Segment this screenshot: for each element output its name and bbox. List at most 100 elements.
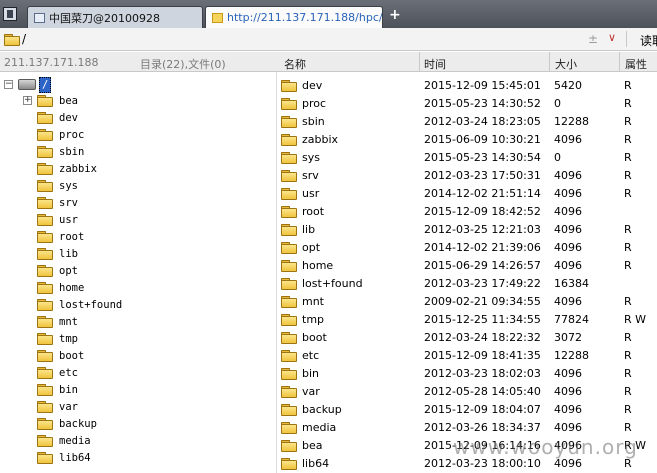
tree-item-label: home xyxy=(59,281,85,294)
file-row[interactable]: root 2015-12-09 18:42:52 4096 xyxy=(277,203,657,221)
folder-icon xyxy=(37,298,53,311)
file-time: 2012-03-23 17:49:22 xyxy=(424,277,541,290)
tree-item[interactable]: lost+found xyxy=(37,296,122,313)
file-name: var xyxy=(302,385,320,398)
column-header-time[interactable]: 时间 xyxy=(424,56,446,72)
file-time: 2014-12-02 21:51:14 xyxy=(424,187,541,200)
chevron-down-icon[interactable]: ∨ xyxy=(608,31,616,44)
tree-item[interactable]: boot xyxy=(37,347,84,364)
collapse-toggle[interactable]: − xyxy=(4,80,13,89)
read-button[interactable]: 读取 xyxy=(640,32,657,49)
tree-item-label: zabbix xyxy=(59,162,97,175)
column-header-size[interactable]: 大小 xyxy=(555,56,577,72)
folder-icon xyxy=(281,386,297,398)
tree-root-label: / xyxy=(39,76,52,93)
file-row[interactable]: usr 2014-12-02 21:51:14 4096 R xyxy=(277,185,657,203)
tree-item[interactable]: mnt xyxy=(37,313,78,330)
plus-minus-icon[interactable]: ± xyxy=(588,32,598,46)
tree-item-label: var xyxy=(59,400,78,413)
tree-item[interactable]: etc xyxy=(37,364,78,381)
file-time: 2015-12-25 11:34:55 xyxy=(424,313,541,326)
address-bar: / ± ∨ 读取 xyxy=(0,28,657,51)
folder-icon xyxy=(281,80,297,92)
file-row[interactable]: sys 2015-05-23 14:30:54 0 R xyxy=(277,149,657,167)
file-row[interactable]: tmp 2015-12-25 11:34:55 77824 R W xyxy=(277,311,657,329)
tree-item[interactable]: proc xyxy=(37,126,84,143)
app-icon[interactable] xyxy=(3,7,17,21)
tree-item[interactable]: media xyxy=(37,432,91,449)
file-time: 2012-05-28 14:05:40 xyxy=(424,385,541,398)
file-row[interactable]: lost+found 2012-03-23 17:49:22 16384 xyxy=(277,275,657,293)
tree-item[interactable]: bea xyxy=(37,92,78,109)
file-row[interactable]: home 2015-06-29 14:26:57 4096 R xyxy=(277,257,657,275)
file-row[interactable]: srv 2012-03-23 17:50:31 4096 R xyxy=(277,167,657,185)
file-row[interactable]: mnt 2009-02-21 09:34:55 4096 R xyxy=(277,293,657,311)
column-separator[interactable] xyxy=(619,52,620,71)
tree-item[interactable]: dev xyxy=(37,109,78,126)
file-row[interactable]: var 2012-05-28 14:05:40 4096 R xyxy=(277,383,657,401)
tree-item[interactable]: srv xyxy=(37,194,78,211)
file-row[interactable]: proc 2015-05-23 14:30:52 0 R xyxy=(277,95,657,113)
file-name: etc xyxy=(302,349,320,362)
list-header: 211.137.171.188 目录(22),文件(0) 名称 时间 大小 属性 xyxy=(0,52,657,72)
folder-icon xyxy=(281,296,297,308)
file-row[interactable]: opt 2014-12-02 21:39:06 4096 R xyxy=(277,239,657,257)
folder-icon xyxy=(281,224,297,236)
file-name: opt xyxy=(302,241,321,254)
file-attr: R xyxy=(624,241,632,254)
tree-item[interactable]: lib xyxy=(37,245,78,262)
file-size: 16384 xyxy=(554,277,589,290)
tree-item[interactable]: tmp xyxy=(37,330,78,347)
file-attr: R xyxy=(624,259,632,272)
column-separator[interactable] xyxy=(419,52,420,71)
tree-item[interactable]: root xyxy=(37,228,84,245)
tree-item-label: lib xyxy=(59,247,78,260)
file-name: bin xyxy=(302,367,320,380)
folder-icon xyxy=(37,434,53,447)
tree-item[interactable]: var xyxy=(37,398,78,415)
file-size: 4096 xyxy=(554,187,582,200)
file-row[interactable]: dev 2015-12-09 15:45:01 5420 R xyxy=(277,77,657,95)
folder-icon xyxy=(281,314,297,326)
tree-item-label: lost+found xyxy=(59,298,123,311)
file-row[interactable]: bin 2012-03-23 18:02:03 4096 R xyxy=(277,365,657,383)
tree-item[interactable]: home xyxy=(37,279,84,296)
file-row[interactable]: boot 2012-03-24 18:22:32 3072 R xyxy=(277,329,657,347)
tree-item-label: sbin xyxy=(59,145,85,158)
file-row[interactable]: zabbix 2015-06-09 10:30:21 4096 R xyxy=(277,131,657,149)
file-name: proc xyxy=(302,97,327,110)
tree-item[interactable]: bin xyxy=(37,381,78,398)
tree-item[interactable]: sbin xyxy=(37,143,84,160)
file-size: 4096 xyxy=(554,367,582,380)
file-size: 12288 xyxy=(554,349,589,362)
path-input[interactable]: / xyxy=(22,32,26,46)
expand-toggle[interactable]: + xyxy=(23,96,32,105)
column-separator[interactable] xyxy=(549,52,550,71)
file-size: 0 xyxy=(554,151,561,164)
tree-item[interactable]: sys xyxy=(37,177,78,194)
tree-root[interactable]: / xyxy=(18,76,52,93)
tab-remote-url[interactable]: http://211.137.171.188/hpc/... xyxy=(205,6,383,28)
file-row[interactable]: backup 2015-12-09 18:04:07 4096 R xyxy=(277,401,657,419)
new-tab-button[interactable]: + xyxy=(389,8,401,22)
folder-icon xyxy=(281,260,297,272)
tree-item[interactable]: opt xyxy=(37,262,78,279)
tree-item-label: lib64 xyxy=(59,451,91,464)
tab-caidao[interactable]: 中国菜刀@20100928 xyxy=(27,6,203,28)
file-row[interactable]: sbin 2012-03-24 18:23:05 12288 R xyxy=(277,113,657,131)
column-header-attr[interactable]: 属性 xyxy=(625,56,647,72)
column-header-name[interactable]: 名称 xyxy=(284,56,306,72)
tree-item[interactable]: backup xyxy=(37,415,97,432)
tree-item-label: bea xyxy=(59,94,78,107)
file-row[interactable]: lib 2012-03-25 12:21:03 4096 R xyxy=(277,221,657,239)
folder-icon xyxy=(37,400,53,413)
tree-item[interactable]: usr xyxy=(37,211,78,228)
file-attr: R xyxy=(624,115,632,128)
file-row[interactable]: etc 2015-12-09 18:41:35 12288 R xyxy=(277,347,657,365)
file-size: 4096 xyxy=(554,223,582,236)
file-attr: R xyxy=(624,295,632,308)
tree-item[interactable]: zabbix xyxy=(37,160,97,177)
folder-icon xyxy=(281,170,297,182)
file-name: zabbix xyxy=(302,133,339,146)
tree-item[interactable]: lib64 xyxy=(37,449,91,466)
